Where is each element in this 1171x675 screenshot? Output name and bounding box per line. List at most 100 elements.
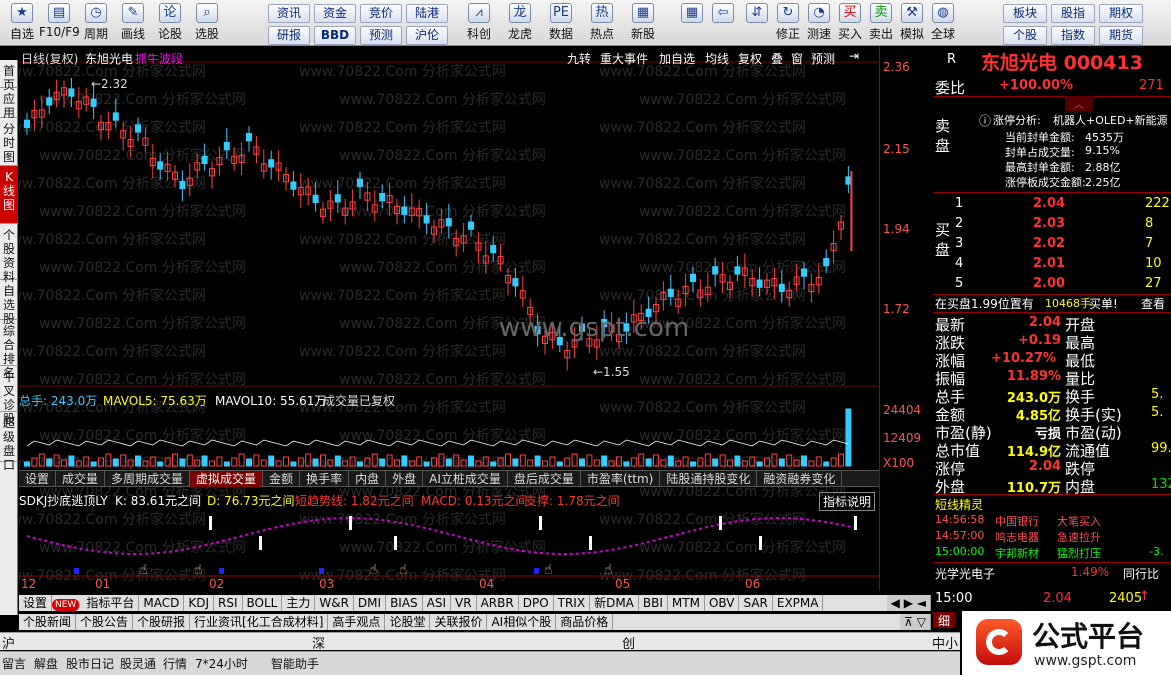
small-button[interactable]: 资金 xyxy=(314,4,356,23)
bottom-indicator-tab[interactable]: BBI xyxy=(639,595,668,611)
chart-tool-1[interactable]: 重大事件 xyxy=(600,50,648,67)
toolbar3-button-3[interactable]: ↻ 修正 xyxy=(772,2,804,44)
toolbar3-button-8[interactable]: ◍ 全球 xyxy=(927,2,959,44)
queue-view-link[interactable]: 查看 xyxy=(1141,295,1165,312)
leftnav-4[interactable]: 个股资料 xyxy=(0,224,18,284)
status-item[interactable]: 股灵通 xyxy=(120,655,156,672)
toolbar3-button-1[interactable]: ⇦ xyxy=(707,2,739,44)
toolbar3-button-7[interactable]: ⚒ 模拟 xyxy=(896,2,928,44)
bottom-indicator-tab[interactable]: EXPMA xyxy=(773,595,824,611)
indicator-tab[interactable]: 多周期成交量 xyxy=(105,471,191,487)
leftnav-5[interactable]: 自选股 xyxy=(0,280,18,326)
market-button[interactable]: 板块 xyxy=(1003,4,1047,23)
indicator-tab[interactable]: 融资融券变化 xyxy=(757,471,843,487)
news-tab[interactable]: 高手观点 xyxy=(328,614,386,630)
toolbar-button-1[interactable]: ▤ F10/F9 xyxy=(39,2,80,44)
small-button[interactable]: 陆港 xyxy=(406,4,448,23)
indicator-tab[interactable]: 金额 xyxy=(263,471,301,487)
bottom-indicator-tab[interactable]: MACD xyxy=(139,595,185,611)
leftnav-1[interactable]: 应用 xyxy=(0,88,18,120)
toolbar-button-5[interactable]: ⌕ 选股 xyxy=(187,2,227,44)
small-button[interactable]: BBD xyxy=(314,26,356,45)
sector-name[interactable]: 光学光电子 xyxy=(935,565,995,582)
chart-tool-5[interactable]: 叠 xyxy=(771,50,783,67)
pin-icon[interactable]: ⇥ xyxy=(849,49,859,63)
toolbar3-button-5[interactable]: 买买入 xyxy=(834,2,866,44)
toolbar-button-2[interactable]: ◷ 周期 xyxy=(76,2,116,44)
toolbar2-button-4[interactable]: ▦ 新股 xyxy=(622,2,664,44)
status-item[interactable]: 7*24小时 xyxy=(195,655,248,672)
index-cell[interactable]: 中小 xyxy=(932,633,958,652)
toolbar2-button-0[interactable]: ⩘ 科创 xyxy=(458,2,500,44)
indicator-tab[interactable]: 市盈率(ttm) xyxy=(581,471,661,487)
chart-tool-6[interactable]: 窗 xyxy=(791,50,803,67)
status-item[interactable]: 解盘 xyxy=(34,655,58,672)
bottom-indicator-tab[interactable]: SAR xyxy=(739,595,773,611)
small-button[interactable]: 研报 xyxy=(268,26,310,45)
news-tab[interactable]: 个股新闻 xyxy=(19,614,77,630)
toolbar3-button-6[interactable]: 卖卖出 xyxy=(865,2,897,44)
market-button[interactable]: 期货 xyxy=(1099,26,1143,45)
bottom-indicator-tab[interactable]: DMI xyxy=(354,595,387,611)
status-item[interactable]: 留言 xyxy=(2,655,26,672)
indicator-tab[interactable]: 换手率 xyxy=(300,471,350,487)
market-button[interactable]: 期权 xyxy=(1099,4,1143,23)
toolbar2-button-2[interactable]: PE 数据 xyxy=(540,2,582,44)
pin-bottom-icon[interactable]: ⊼ ▽ xyxy=(900,614,931,630)
toolbar2-button-3[interactable]: 热热点 xyxy=(581,2,623,44)
small-button[interactable]: 预测 xyxy=(360,26,402,45)
toolbar-button-3[interactable]: ✎ 画线 xyxy=(113,2,153,44)
chart-area[interactable]: www.70822.Com 分析家公式网 www.70822.Com 分析家公式网… xyxy=(0,46,879,612)
news-tab[interactable]: AI相似个股 xyxy=(487,614,557,630)
news-tab[interactable]: 个股研报 xyxy=(133,614,191,630)
indicator-tab[interactable]: AI立桩成交量 xyxy=(423,471,508,487)
small-button[interactable]: 沪伦 xyxy=(406,26,448,45)
status-item[interactable]: 智能助手 xyxy=(271,655,319,672)
tick-detail-tab[interactable]: 细 xyxy=(933,612,955,628)
news-tab[interactable]: 行业资讯[化工合成材料] xyxy=(190,614,329,630)
elf-stock[interactable]: 中国银行 xyxy=(995,513,1039,529)
bottom-indicator-tab[interactable]: W&R xyxy=(315,595,354,611)
kline-chart-svg[interactable]: www.70822.Com 分析家公式网 www.70822.Com 分析家公式网… xyxy=(0,46,879,612)
indicator-help-button[interactable]: 指标说明 xyxy=(819,492,876,511)
indicator-tab[interactable]: 内盘 xyxy=(349,471,387,487)
index-cell[interactable]: 深 xyxy=(312,633,325,652)
toolbar-button-0[interactable]: ★ 自选 xyxy=(2,2,42,44)
toolbar3-button-2[interactable]: ⇵ xyxy=(741,2,773,44)
elf-stock[interactable]: 宇邦新材 xyxy=(995,545,1039,561)
chart-tool-0[interactable]: 九转 xyxy=(567,50,591,67)
market-button[interactable]: 个股 xyxy=(1003,26,1047,45)
bottom-indicator-tab[interactable]: OBV xyxy=(705,595,740,611)
bottom-indicator-tab[interactable]: TRIX xyxy=(554,595,591,611)
market-button[interactable]: 股指 xyxy=(1051,4,1095,23)
collapse-arrow-icon[interactable]: ︿ xyxy=(1065,96,1093,111)
index-cell[interactable]: 沪 xyxy=(2,633,15,652)
chart-tool-2[interactable]: 加自选 xyxy=(659,50,695,67)
small-button[interactable]: 资讯 xyxy=(268,4,310,23)
toolbar3-button-4[interactable]: ◔ 测速 xyxy=(803,2,835,44)
status-item[interactable]: 股市日记 xyxy=(66,655,114,672)
bottom-indicator-tab[interactable]: DPO xyxy=(519,595,554,611)
bottom-indicator-tab[interactable]: 指标平台 xyxy=(82,595,140,611)
leftnav-0[interactable]: 首页 xyxy=(0,60,18,92)
indicator-tab[interactable]: 外盘 xyxy=(386,471,424,487)
news-tab[interactable]: 商品价格 xyxy=(556,614,614,630)
leftnav-6[interactable]: 综合排名 xyxy=(0,320,18,380)
leftnav-8[interactable]: 超级盘口 xyxy=(0,412,18,472)
indicator-tab[interactable]: 盘后成交量 xyxy=(508,471,581,487)
elf-stock[interactable]: 鸣志电器 xyxy=(995,529,1039,545)
indicator-tab[interactable]: 陆股通持股变化 xyxy=(660,471,758,487)
sector-compare[interactable]: 同行比 xyxy=(1123,565,1159,582)
bottom-indicator-tab[interactable]: BIAS xyxy=(386,595,423,611)
news-tab[interactable]: 论股堂 xyxy=(385,614,431,630)
leftnav-3[interactable]: K线图 xyxy=(0,166,18,224)
indicator-tab[interactable]: 成交量 xyxy=(56,471,106,487)
leftnav-7[interactable]: 牛叉诊股 xyxy=(0,366,18,426)
news-tab[interactable]: 个股公告 xyxy=(76,614,134,630)
bottom-indicator-tab[interactable]: MTM xyxy=(668,595,705,611)
scroll-arrows-icon[interactable]: ◀ ▶ ◄ xyxy=(886,595,931,611)
bottom-indicator-tab[interactable]: ASI xyxy=(423,595,452,611)
bottom-indicator-tab[interactable]: 主力 xyxy=(282,595,316,611)
bottom-indicator-tab[interactable]: ARBR xyxy=(477,595,519,611)
news-tab[interactable]: 关联报价 xyxy=(430,614,488,630)
